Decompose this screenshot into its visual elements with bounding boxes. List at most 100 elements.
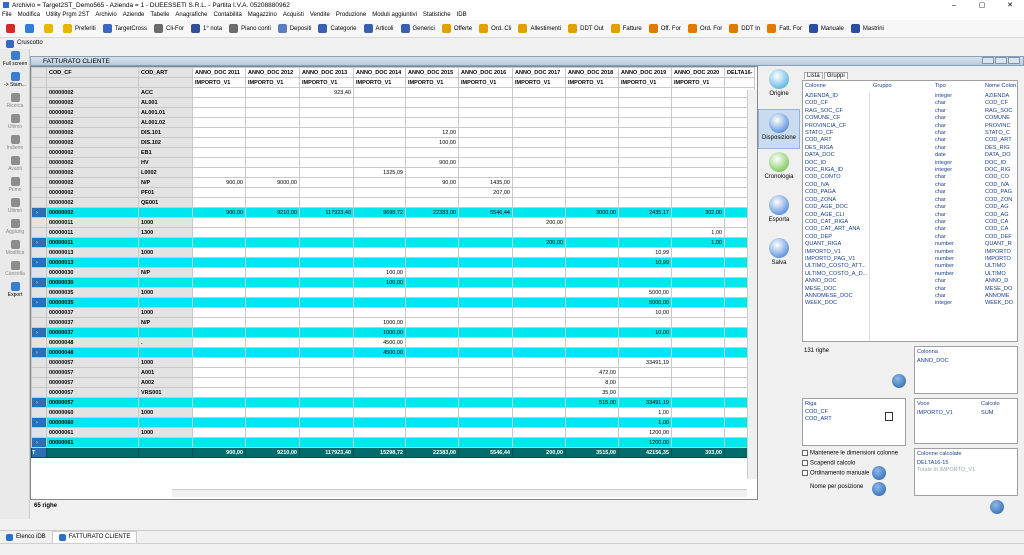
column-item[interactable]: COD_CF xyxy=(805,100,867,107)
table-row[interactable]: 00000060 1000 1,00 xyxy=(31,407,756,418)
toolbar-button[interactable] xyxy=(44,24,56,33)
row-header[interactable]: › xyxy=(31,297,47,308)
column-display-name[interactable]: COD_CA xyxy=(985,226,1013,233)
column-type[interactable]: char xyxy=(935,219,954,226)
calculated-columns-box[interactable]: Colonne calcolate DELTA16-15 Totale di I… xyxy=(914,448,1018,496)
table-row[interactable]: 00000035 1000 5000,00 xyxy=(31,287,756,298)
row-header[interactable] xyxy=(31,147,47,158)
side-button-origine[interactable]: Origine xyxy=(758,69,800,109)
row-header[interactable] xyxy=(31,267,47,278)
row-header[interactable] xyxy=(31,117,47,128)
row-header[interactable]: › xyxy=(31,417,47,428)
column-type[interactable]: char xyxy=(935,108,954,115)
column-display-name[interactable]: ANNO_D xyxy=(985,278,1013,285)
toolbar-button[interactable]: Generici xyxy=(400,24,435,33)
menu-item[interactable]: Magazzino xyxy=(248,12,277,18)
toolbar-button[interactable]: Manuale xyxy=(808,24,844,33)
side-button-cronologia[interactable]: Cronologia xyxy=(758,152,800,192)
column-item[interactable]: DOC_ID xyxy=(805,160,867,167)
table-row[interactable]: 00000002 DIS.102 100,00 xyxy=(31,137,756,148)
column-item[interactable]: COD_ART xyxy=(805,137,867,144)
column-display-name[interactable]: COMUNE xyxy=(985,115,1013,122)
check-row-3[interactable]: Ordinamento manuale xyxy=(802,470,869,477)
column-display-name[interactable]: COD_AG xyxy=(985,204,1013,211)
column-type[interactable]: integer xyxy=(935,300,954,307)
column-item[interactable]: COD_CAT_RIGA xyxy=(805,219,867,226)
column-type[interactable]: char xyxy=(935,204,954,211)
column-item[interactable]: COD_ZONA xyxy=(805,197,867,204)
table-row[interactable]: 00000011 1000 200,00 xyxy=(31,217,756,228)
toolbar-button[interactable]: DDT In xyxy=(729,24,760,33)
sort-button[interactable] xyxy=(872,466,886,480)
row-header[interactable] xyxy=(31,107,47,118)
row-header[interactable] xyxy=(31,317,47,328)
row-header[interactable]: › xyxy=(31,277,47,288)
column-type[interactable]: char xyxy=(935,174,954,181)
column-item[interactable]: DOC_RIGA_ID xyxy=(805,167,867,174)
column-item[interactable]: PROVINCIA_CF xyxy=(805,123,867,130)
column-display-name[interactable]: COD_DEF xyxy=(985,234,1013,241)
task-fatturato-cliente[interactable]: FATTURATO CLIENTE xyxy=(51,530,138,544)
menu-item[interactable]: Contabilità xyxy=(213,12,241,18)
column-display-name[interactable]: COD_CF xyxy=(985,100,1013,107)
maximize-button[interactable]: ▢ xyxy=(968,0,996,11)
column-item[interactable]: DATA_DOC xyxy=(805,152,867,159)
toolbar-button[interactable]: Categorie xyxy=(318,24,357,33)
table-row[interactable]: 00000002 AL001 xyxy=(31,97,756,108)
menu-item[interactable]: Modifica xyxy=(18,12,40,18)
toolbar-button[interactable]: Mastrini xyxy=(850,24,884,33)
column-display-name[interactable]: COD_IVA xyxy=(985,182,1013,189)
column-type[interactable]: char xyxy=(935,115,954,122)
toolbar-button[interactable]: Ord. For xyxy=(687,24,722,33)
toolbar-button[interactable]: Offerte xyxy=(441,24,472,33)
column-type[interactable]: char xyxy=(935,197,954,204)
row-header[interactable]: › xyxy=(31,327,47,338)
toolbar-button[interactable]: DDT Out xyxy=(568,24,604,33)
minimize-button[interactable]: – xyxy=(940,0,968,11)
subtotal-row[interactable]: › 00000037 1000,00 10,00 xyxy=(31,327,756,338)
column-type[interactable]: char xyxy=(935,189,954,196)
column-display-name[interactable]: COD_CO xyxy=(985,174,1013,181)
column-display-name[interactable]: PROVINC xyxy=(985,123,1013,130)
side-button-esporta[interactable]: Esporta xyxy=(758,195,800,235)
column-header[interactable]: DELTA16- xyxy=(723,67,756,78)
column-header[interactable]: ANNO_DOC 2014 xyxy=(353,67,406,78)
column-item[interactable]: DES_RIGA xyxy=(805,145,867,152)
column-type[interactable]: number xyxy=(935,256,954,263)
menu-item[interactable]: Aziende xyxy=(123,12,145,18)
column-item[interactable]: AZIENDA_ID xyxy=(805,93,867,100)
side-button-salva[interactable]: Salva xyxy=(758,238,800,278)
row-header[interactable] xyxy=(31,167,47,178)
row-header[interactable]: › xyxy=(31,347,47,358)
column-item[interactable]: STATO_CF xyxy=(805,130,867,137)
row-header[interactable] xyxy=(31,287,47,298)
pencil-icon[interactable] xyxy=(885,412,893,421)
column-display-name[interactable]: STATO_C xyxy=(985,130,1013,137)
subtotal-row[interactable]: › 00000035 5000,00 xyxy=(31,297,756,308)
rail-button[interactable]: Indietro xyxy=(0,133,30,154)
toolbar-button[interactable]: Fatture xyxy=(610,24,642,33)
column-header[interactable]: ANNO_DOC 2012 xyxy=(245,67,300,78)
table-row[interactable]: 00000002 QE001 xyxy=(31,197,756,208)
checkbox[interactable] xyxy=(802,470,808,476)
column-display-name[interactable]: AZIENDA xyxy=(985,93,1013,100)
expand-icon[interactable]: › xyxy=(33,440,38,446)
table-row[interactable]: 00000002 ACC 923,40 xyxy=(31,87,756,98)
row-header[interactable] xyxy=(31,127,47,138)
row-header[interactable] xyxy=(31,357,47,368)
column-display-name[interactable]: WEEK_DO xyxy=(985,300,1013,307)
cruscotto-button[interactable]: Cruscotto xyxy=(17,38,43,49)
row-header[interactable] xyxy=(31,367,47,378)
column-item[interactable]: IMPORTO_PAG_V1 xyxy=(805,256,867,263)
row-header[interactable] xyxy=(31,377,47,388)
toolbar-button[interactable]: 1° nota xyxy=(191,24,222,33)
row-header[interactable] xyxy=(31,97,47,108)
table-row[interactable]: 00000048. 4500,00 xyxy=(31,337,756,348)
column-type[interactable]: integer xyxy=(935,160,954,167)
rail-button[interactable]: Avanti xyxy=(0,154,30,175)
subtotal-row[interactable]: › 00000048 4500,00 xyxy=(31,347,756,358)
task-elenco-idb[interactable]: Elenco iDB xyxy=(0,531,52,544)
column-type[interactable]: char xyxy=(935,130,954,137)
toolbar-button[interactable]: Preferiti xyxy=(63,24,96,33)
column-header[interactable]: ANNO_DOC 2018 xyxy=(565,67,619,78)
